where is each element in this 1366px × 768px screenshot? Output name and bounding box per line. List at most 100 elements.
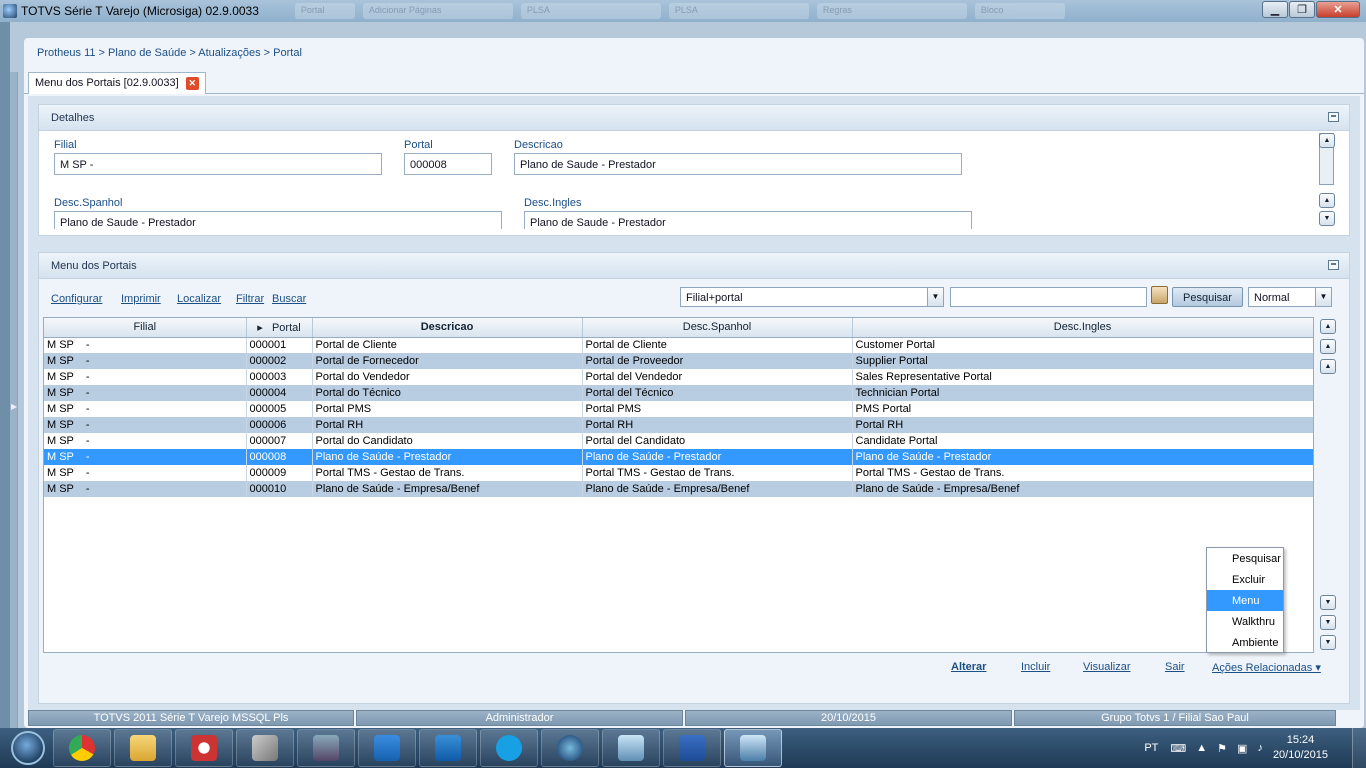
cell-desc-ingles: PMS Portal — [852, 401, 1313, 417]
cell-descricao: Plano de Saúde - Empresa/Benef — [312, 481, 583, 497]
acoes-relacionadas-button[interactable]: Ações Relacionadas ▾ — [1212, 661, 1321, 674]
outlook-icon[interactable] — [419, 729, 477, 767]
imprimir-link[interactable]: Imprimir — [121, 293, 161, 305]
menu-portais-panel: Menu dos Portais Configurar Imprimir Loc… — [38, 252, 1350, 704]
start-button[interactable] — [6, 728, 50, 768]
remote-desktop-icon[interactable] — [602, 729, 660, 767]
volume-icon[interactable]: ♪ — [1257, 742, 1263, 754]
menu-item-pesquisar[interactable]: Pesquisar — [1207, 548, 1283, 569]
index-select[interactable]: Filial+portal ▼ — [680, 287, 944, 307]
word-icon[interactable] — [663, 729, 721, 767]
table-row[interactable]: M SP -000007 Portal do Candidato Portal de… — [44, 433, 1313, 449]
index-select-value: Filial+portal — [686, 292, 743, 304]
chrome-icon[interactable] — [53, 729, 111, 767]
clock-time: 15:24 — [1286, 734, 1315, 746]
menu-item-excluir[interactable]: Excluir — [1207, 569, 1283, 590]
collapse-menu-icon[interactable] — [1328, 260, 1339, 270]
column-header-filial[interactable]: Filial — [44, 318, 247, 338]
table-row[interactable]: M SP -000003 Portal do Vendedor Portal del… — [44, 369, 1313, 385]
incluir-button[interactable]: Incluir — [1021, 661, 1050, 673]
table-row[interactable]: M SP -000009 Portal TMS - Gestao de Trans… — [44, 465, 1313, 481]
action-center-flag-icon[interactable]: ⚑ — [1217, 742, 1227, 755]
grid-scroll-down-icon[interactable]: ▼ — [1320, 595, 1336, 610]
grid-scroll-up-icon[interactable]: ▲ — [1320, 359, 1336, 374]
status-bar: TOTVS 2011 Série T Varejo MSSQL Pls Admi… — [28, 710, 1360, 726]
cell-filial: M SP - — [44, 401, 247, 417]
background-tab: Portal — [294, 3, 355, 19]
column-header-descricao[interactable]: Descricao — [312, 318, 583, 338]
skype-icon[interactable] — [480, 729, 538, 767]
visualizar-button[interactable]: Visualizar — [1083, 661, 1131, 673]
menu-item-ambiente[interactable]: Ambiente — [1207, 632, 1283, 653]
configurar-link[interactable]: Configurar — [51, 293, 102, 305]
show-hidden-icons-icon[interactable]: ▲ — [1196, 742, 1207, 754]
grid-page-down-icon[interactable]: ▼ — [1320, 615, 1336, 630]
background-tab: Adicionar Páginas — [362, 3, 513, 19]
file-explorer-icon[interactable] — [114, 729, 172, 767]
notes-icon[interactable] — [1151, 286, 1168, 304]
maximize-button[interactable]: ❐ — [1289, 1, 1315, 18]
table-row[interactable]: M SP -000006 Portal RH Portal RH Portal RH — [44, 417, 1313, 433]
table-row[interactable]: M SP -000004 Portal do Técnico Portal del … — [44, 385, 1313, 401]
snipping-tool-icon[interactable] — [175, 729, 233, 767]
cell-desc-ingles: Candidate Portal — [852, 433, 1313, 449]
column-header-desc-spanhol[interactable]: Desc.Spanhol — [582, 318, 853, 338]
column-header-desc-ingles[interactable]: Desc.Ingles — [852, 318, 1313, 338]
desc-spanhol-field[interactable]: Plano de Saude - Prestador — [54, 211, 502, 229]
minimize-button[interactable]: ▁ — [1262, 1, 1288, 18]
menu-item-menu[interactable]: Menu — [1207, 590, 1283, 611]
scroll-up-icon[interactable]: ▲ — [1319, 133, 1335, 148]
column-header-portal[interactable]: ▸ Portal — [246, 318, 313, 338]
mode-select[interactable]: Normal ▼ — [1248, 287, 1332, 307]
grid-scroll-top-icon[interactable]: ▲ — [1320, 319, 1336, 334]
language-indicator[interactable]: PT — [1144, 742, 1158, 754]
cell-descricao: Portal do Vendedor — [312, 369, 583, 385]
search-input[interactable] — [950, 287, 1147, 307]
descricao-field[interactable]: Plano de Saude - Prestador — [514, 153, 962, 175]
filtrar-link[interactable]: Filtrar — [236, 293, 264, 305]
keyboard-icon[interactable]: ⌨ — [1170, 742, 1186, 755]
close-window-button[interactable]: ✕ — [1316, 1, 1360, 18]
infinity-icon[interactable] — [297, 729, 355, 767]
alterar-button[interactable]: Alterar — [951, 661, 986, 673]
app-icon — [3, 4, 17, 18]
table-row[interactable]: M SP -000005 Portal PMS Portal PMS PMS Port… — [44, 401, 1313, 417]
collapse-details-icon[interactable] — [1328, 112, 1339, 122]
localizar-link[interactable]: Localizar — [177, 293, 221, 305]
protheus-icon[interactable] — [724, 729, 782, 767]
desc-ingles-field[interactable]: Plano de Saude - Prestador — [524, 211, 972, 229]
close-tab-icon[interactable]: ✕ — [185, 77, 199, 90]
table-row[interactable]: M SP -000002 Portal de Fornecedor Portal d… — [44, 353, 1313, 369]
cell-desc-ingles: Plano de Saúde - Prestador — [852, 449, 1313, 465]
scroll-down-icon[interactable]: ▼ — [1319, 211, 1335, 226]
cell-desc-spanhol: Portal PMS — [582, 401, 853, 417]
dev-studio-icon[interactable] — [541, 729, 599, 767]
network-icon[interactable]: ▣ — [1237, 742, 1247, 755]
buscar-link[interactable]: Buscar — [272, 293, 306, 305]
grid-page-up-icon[interactable]: ▲ — [1320, 339, 1336, 354]
actions-popup-menu: Pesquisar Excluir Menu Walkthru Ambiente — [1206, 547, 1284, 653]
portal-field[interactable]: 000008 — [404, 153, 492, 175]
table-row[interactable]: M SP -000010 Plano de Saúde - Empresa/Ben… — [44, 481, 1313, 497]
filial-field[interactable]: M SP - — [54, 153, 382, 175]
scroll-top-icon[interactable]: ▲ — [1319, 193, 1335, 208]
cell-portal: 000004 — [246, 385, 313, 401]
descricao-label: Descricao — [514, 139, 563, 151]
status-date: 20/10/2015 — [685, 710, 1012, 726]
tab-menu-dos-portais[interactable]: Menu dos Portais [02.9.0033] ✕ — [28, 72, 206, 94]
table-row[interactable]: M SP -000008 Plano de Saúde - Prestador Pl… — [44, 449, 1313, 465]
clock[interactable]: 15:24 20/10/2015 — [1273, 733, 1328, 763]
show-desktop-button[interactable] — [1352, 728, 1366, 768]
menu-item-walkthru[interactable]: Walkthru — [1207, 611, 1283, 632]
sair-button[interactable]: Sair — [1165, 661, 1185, 673]
cell-descricao: Portal do Candidato — [312, 433, 583, 449]
portals-table: Filial ▸ Portal Descricao Desc.Spanhol D… — [44, 318, 1313, 497]
side-panel-toggle[interactable]: ▶ — [10, 72, 18, 728]
mode-select-value: Normal — [1254, 292, 1290, 304]
grid-scroll-bottom-icon[interactable]: ▼ — [1320, 635, 1336, 650]
table-row[interactable]: M SP -000001 Portal de Cliente Portal de C… — [44, 337, 1313, 353]
lync-icon[interactable] — [358, 729, 416, 767]
cell-filial: M SP - — [44, 465, 247, 481]
pesquisar-button[interactable]: Pesquisar — [1172, 287, 1243, 307]
tools-icon[interactable] — [236, 729, 294, 767]
